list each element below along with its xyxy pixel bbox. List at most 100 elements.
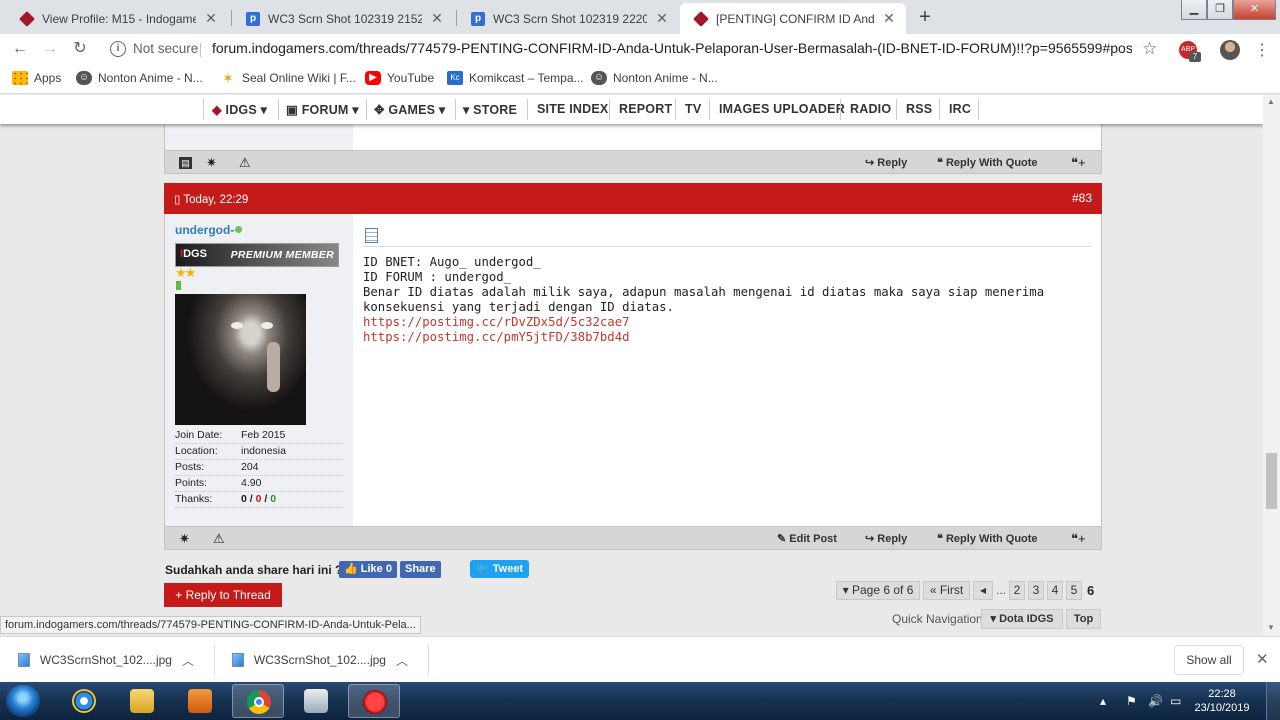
volume-icon[interactable]: 🔊 — [1148, 694, 1163, 708]
nav-games[interactable]: ✥ GAMES ▾ — [374, 102, 445, 117]
tab-view-profile[interactable]: View Profile: M15 - Indogamers ✕ — [6, 3, 228, 34]
minimize-button[interactable]: ▁ — [1181, 0, 1207, 20]
forward-icon[interactable]: → — [40, 40, 60, 58]
show-desktop-button[interactable] — [1266, 682, 1280, 720]
top-button[interactable]: Top — [1066, 609, 1101, 629]
reputation-icon[interactable]: ✷ — [179, 531, 190, 547]
taskbar-app[interactable] — [290, 684, 342, 718]
bookmark-seal-online[interactable]: ✶ Seal Online Wiki | F... — [220, 71, 356, 85]
address-bar[interactable]: forum.indogamers.com/threads/774579-PENT… — [212, 40, 1132, 56]
nav-site-index[interactable]: SITE INDEX — [537, 102, 608, 116]
bookmark-nonton-anime-1[interactable]: ☺ Nonton Anime - N... — [76, 71, 203, 85]
profile-avatar[interactable] — [1220, 40, 1240, 60]
page-link[interactable]: 3 — [1028, 581, 1044, 600]
multi-quote-icon[interactable]: ❝+ — [1071, 155, 1086, 171]
show-all-downloads-button[interactable]: Show all — [1174, 645, 1244, 675]
reply-button[interactable]: ↪ Reply — [865, 532, 907, 545]
nav-idgs[interactable]: ◆ IDGS ▾ — [212, 102, 267, 117]
like-label: Like 0 — [360, 563, 392, 575]
postimg-link[interactable]: https://postimg.cc/pmY5jtFD/38b7bd4d — [363, 330, 1092, 345]
taskbar-media-player[interactable] — [174, 684, 226, 718]
reply-to-thread-button[interactable]: + Reply to Thread — [164, 583, 282, 607]
bookmark-komikcast[interactable]: Kc Komikcast – Tempa... — [447, 71, 584, 85]
tab-title: WC3 Scrn Shot 102319 215257 0 — [268, 11, 422, 26]
nav-store[interactable]: ▾ STORE — [463, 102, 517, 117]
taskbar-explorer[interactable] — [116, 684, 168, 718]
taskbar-game[interactable] — [348, 684, 400, 718]
bookmark-apps[interactable]: Apps — [12, 71, 61, 85]
reply-with-quote-button[interactable]: ❝ Reply With Quote — [937, 532, 1038, 545]
tab-screenshot-1[interactable]: p WC3 Scrn Shot 102319 215257 0 ✕ — [232, 3, 454, 34]
download-filename: WC3ScrnShot_102....jpg — [253, 653, 386, 667]
stat-join-date: Join Date: Feb 2015 — [175, 428, 343, 444]
post-permalink[interactable]: #83 — [1072, 191, 1092, 205]
reload-icon[interactable]: ↻ — [70, 40, 90, 58]
scroll-up-icon[interactable]: ▲ — [1267, 97, 1275, 106]
taskbar-internet-explorer[interactable] — [58, 684, 110, 718]
new-tab-button[interactable]: + — [912, 5, 938, 31]
taskbar-chrome[interactable] — [232, 684, 284, 718]
nav-forum[interactable]: ▣ FORUM ▾ — [286, 102, 359, 117]
multi-quote-icon[interactable]: ❝+ — [1071, 531, 1086, 547]
bookmark-star-icon[interactable]: ☆ — [1142, 39, 1157, 59]
close-tab-icon[interactable]: ✕ — [655, 10, 669, 27]
close-tab-icon[interactable]: ✕ — [882, 10, 896, 27]
tray-chevron-icon[interactable]: ▴ — [1100, 694, 1106, 708]
more-menu-icon[interactable]: ⋮ — [1254, 40, 1270, 60]
scroll-thumb[interactable] — [1266, 453, 1277, 509]
close-tab-icon[interactable]: ✕ — [430, 10, 444, 27]
edit-post-button[interactable]: ✎ Edit Post — [777, 532, 837, 545]
chevron-up-icon[interactable]: ︿ — [396, 652, 408, 669]
nav-radio[interactable]: RADIO — [850, 102, 891, 116]
report-icon[interactable]: ⚠ — [213, 531, 225, 547]
nav-divider — [840, 99, 841, 120]
postimg-link[interactable]: https://postimg.cc/rDvZDx5d/5c32cae7 — [363, 315, 1092, 330]
post-username[interactable]: undergod- — [175, 223, 234, 237]
nav-report[interactable]: REPORT — [619, 102, 672, 116]
page-link[interactable]: 2 — [1009, 581, 1025, 600]
tab-title: WC3 Scrn Shot 102319 222002 0 — [493, 11, 647, 26]
network-icon[interactable]: ▭ — [1170, 694, 1181, 708]
security-indicator[interactable]: Not secure — [133, 41, 198, 56]
previous-page-icon[interactable]: ◂ — [973, 581, 993, 600]
tab-confirm-id[interactable]: [PENTING] CONFIRM ID Anda Ur ✕ — [680, 3, 906, 34]
tab-screenshot-2[interactable]: p WC3 Scrn Shot 102319 222002 0 ✕ — [457, 3, 679, 34]
start-button[interactable] — [6, 685, 40, 717]
taskbar-clock[interactable]: 22:28 23/10/2019 — [1192, 687, 1252, 715]
download-item[interactable]: WC3ScrnShot_102....jpg ︿ — [214, 637, 426, 683]
nav-rss[interactable]: RSS — [906, 102, 932, 116]
info-icon[interactable]: i — [110, 41, 126, 57]
facebook-share-button[interactable]: Share — [400, 561, 441, 578]
first-page-button[interactable]: « First — [923, 581, 970, 600]
reply-button[interactable]: ↪ Reply — [865, 156, 907, 169]
user-avatar[interactable] — [175, 294, 306, 425]
bookmark-nonton-anime-2[interactable]: ☺ Nonton Anime - N... — [591, 71, 718, 85]
report-icon[interactable]: ⚠ — [239, 155, 251, 171]
nav-images-uploader[interactable]: IMAGES UPLOADER — [719, 102, 845, 116]
download-item[interactable]: WC3ScrnShot_102....jpg ︿ — [0, 637, 212, 683]
back-icon[interactable]: ← — [10, 40, 30, 58]
page-link[interactable]: 5 — [1066, 581, 1082, 600]
close-tab-icon[interactable]: ✕ — [204, 10, 218, 27]
reputation-icon[interactable]: ✷ — [206, 155, 217, 171]
maximize-button[interactable]: ❐ — [1207, 0, 1233, 20]
close-window-button[interactable]: ✕ — [1233, 0, 1276, 20]
page-jump-dropdown[interactable]: ▾ Page 6 of 6 — [836, 581, 920, 600]
blog-icon[interactable]: ▤ — [179, 157, 192, 169]
bookmark-youtube[interactable]: ▶ YouTube — [365, 71, 434, 85]
page-link[interactable]: 4 — [1047, 581, 1063, 600]
reply-with-quote-button[interactable]: ❝ Reply With Quote — [937, 156, 1038, 169]
close-downloads-icon[interactable]: ✕ — [1256, 650, 1269, 668]
nav-tv[interactable]: TV — [685, 102, 701, 116]
scroll-down-icon[interactable]: ▼ — [1267, 623, 1275, 632]
stat-label: Posts: — [175, 461, 205, 473]
tweet-button[interactable]: 🐦 Tweet — [470, 560, 530, 578]
page-scrollbar[interactable]: ▲ ▼ — [1263, 95, 1280, 636]
facebook-like-button[interactable]: 👍 Like 0 — [339, 561, 397, 578]
forum-jump-dropdown[interactable]: ▾ Dota IDGS — [981, 609, 1063, 629]
anime-site-icon: ☺ — [591, 71, 607, 85]
nav-irc[interactable]: IRC — [949, 102, 971, 116]
action-center-icon[interactable]: ⚑ — [1126, 694, 1137, 708]
post-header: ▯ Today, 22:29 #83 — [164, 183, 1102, 214]
chevron-up-icon[interactable]: ︿ — [182, 652, 194, 669]
